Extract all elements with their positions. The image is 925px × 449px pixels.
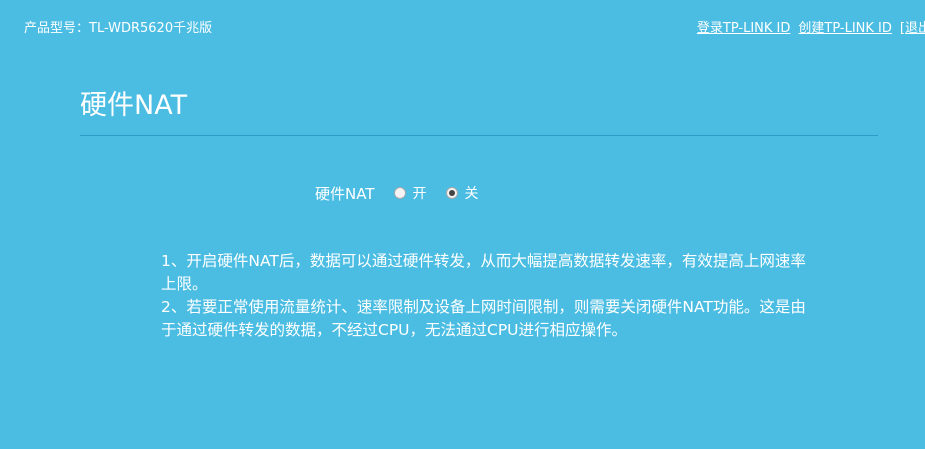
radio-on-button[interactable] [394, 187, 407, 199]
login-tplink-id-link[interactable]: 登录TP-LINK ID [697, 21, 791, 36]
radio-off-button[interactable] [446, 187, 459, 199]
create-tplink-id-link[interactable]: 创建TP-LINK ID [798, 21, 892, 36]
description-line-2: 2、若要正常使用流量统计、速率限制及设备上网时间限制，则需要关闭硬件NAT功能。… [161, 298, 806, 339]
description-line-1: 1、开启硬件NAT后，数据可以通过硬件转发，从而大幅提高数据转发速率，有效提高上… [161, 252, 806, 293]
logout-link[interactable]: 退出 [905, 21, 925, 36]
hardware-nat-setting: 硬件NAT 开 关 [315, 182, 498, 204]
radio-option-off[interactable]: 关 [446, 183, 478, 203]
radio-option-on[interactable]: 开 [394, 183, 426, 203]
radio-on-label[interactable]: 开 [412, 183, 426, 203]
top-links: 登录TP-LINK ID 创建TP-LINK ID [退出 [697, 20, 925, 38]
radio-off-label[interactable]: 关 [464, 183, 478, 203]
product-model-label: 产品型号：TL-WDR5620千兆版 [24, 21, 213, 36]
page-title: 硬件NAT [80, 90, 188, 121]
nat-description: 1、开启硬件NAT后，数据可以通过硬件转发，从而大幅提高数据转发速率，有效提高上… [161, 250, 811, 342]
hardware-nat-label: 硬件NAT [315, 184, 375, 203]
title-divider [80, 135, 878, 136]
page-root: 产品型号：TL-WDR5620千兆版 登录TP-LINK ID 创建TP-LINK… [0, 0, 925, 449]
